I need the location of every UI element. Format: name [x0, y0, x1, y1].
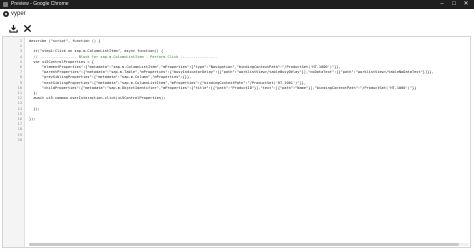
code-line[interactable]: "childProperties":{"metadata":"sap.m.Obj… — [29, 86, 416, 91]
title-bar: Preview - Google Chrome – □ ✕ — [0, 0, 474, 9]
vyper-logo-icon — [3, 11, 9, 17]
line-number: 20 — [17, 137, 22, 142]
toolbar — [0, 20, 474, 35]
code-area[interactable]: describe ("script", function () { it("st… — [29, 37, 467, 247]
close-icon — [23, 24, 31, 32]
window-controls: – □ ✕ — [436, 0, 472, 9]
scrollbar-thumb[interactable] — [29, 243, 459, 246]
minimize-button[interactable]: – — [436, 0, 448, 9]
close-window-button[interactable]: ✕ — [460, 0, 472, 9]
download-icon — [8, 24, 18, 33]
maximize-button[interactable]: □ — [448, 0, 460, 9]
line-number-gutter: 1 2 3 4 5 6 7 8 9 10 11 12 13 14 15 16 17 18 19 20 — [3, 37, 25, 247]
code-line[interactable]: await ui5.common.userInteraction.click(u… — [29, 96, 165, 101]
horizontal-scrollbar[interactable] — [29, 243, 469, 246]
code-line[interactable]: describe ("script", function () { — [29, 39, 100, 44]
browser-window: Preview - Google Chrome – □ ✕ vyper 1234… — [0, 0, 474, 252]
chrome-icon — [3, 2, 8, 7]
code-editor[interactable]: 1 2 3 4 5 6 7 8 9 10 11 12 13 14 15 16 17 18 19 20 describe… — [2, 36, 471, 248]
code-line[interactable]: }); — [29, 117, 36, 122]
app-header: vyper — [0, 9, 474, 20]
code-line[interactable]: }); — [29, 107, 40, 112]
close-button[interactable] — [21, 22, 33, 34]
window-title: Preview - Google Chrome — [11, 1, 69, 7]
download-button[interactable] — [7, 22, 19, 34]
app-name: vyper — [11, 11, 26, 17]
